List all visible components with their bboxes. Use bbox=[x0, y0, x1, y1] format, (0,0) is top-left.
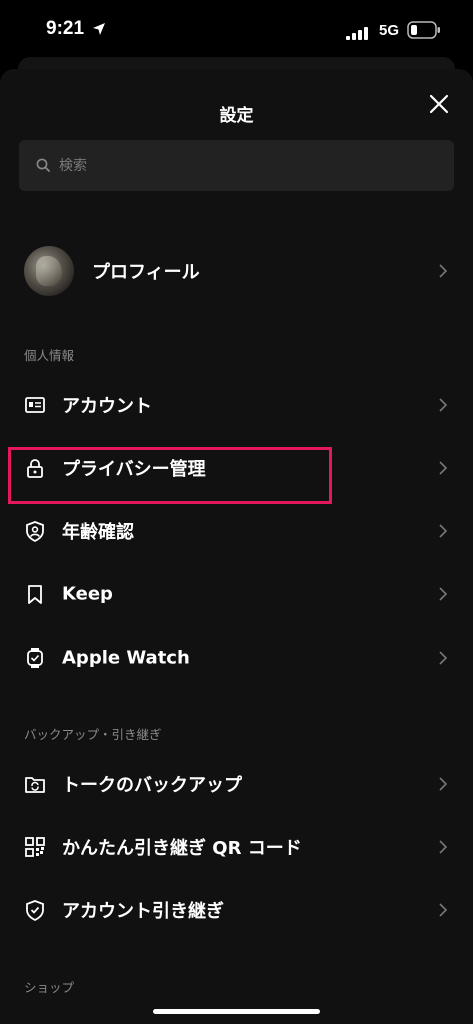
status-bar: 9:21 5G bbox=[0, 0, 473, 62]
avatar bbox=[24, 246, 74, 296]
qr-code-icon bbox=[25, 837, 45, 857]
search-icon bbox=[36, 158, 50, 172]
settings-item-label: Keep bbox=[62, 583, 113, 605]
watch-icon bbox=[27, 648, 43, 668]
settings-item-account-transfer[interactable]: アカウント引き継ぎ bbox=[0, 879, 473, 941]
location-arrow-icon bbox=[93, 23, 105, 35]
bookmark-icon bbox=[28, 585, 42, 604]
settings-item-keep[interactable]: Keep bbox=[0, 563, 473, 625]
settings-item-apple-watch[interactable]: Apple Watch bbox=[0, 627, 473, 689]
signal-bars-icon bbox=[346, 27, 368, 40]
search-input[interactable] bbox=[57, 152, 441, 180]
chevron-right-icon bbox=[439, 524, 448, 538]
chevron-right-icon bbox=[439, 398, 448, 412]
settings-item-label: アカウント引き継ぎ bbox=[62, 901, 224, 922]
chevron-right-icon bbox=[439, 903, 448, 917]
network-type: 5G bbox=[379, 22, 400, 39]
chevron-right-icon bbox=[439, 587, 448, 601]
section-title-backup: バックアップ・引き継ぎ bbox=[24, 727, 162, 742]
profile-label: プロフィール bbox=[92, 262, 200, 283]
shield-check-icon bbox=[26, 900, 44, 921]
settings-item-chat-backup[interactable]: トークのバックアップ bbox=[0, 753, 473, 815]
chevron-right-icon bbox=[439, 840, 448, 854]
highlight-box bbox=[8, 447, 332, 504]
shield-person-icon bbox=[26, 521, 44, 542]
close-icon[interactable] bbox=[426, 91, 452, 117]
section-title-shop: ショップ bbox=[24, 980, 75, 995]
page-title: 設定 bbox=[219, 106, 254, 126]
settings-item-age-verification[interactable]: 年齢確認 bbox=[0, 500, 473, 562]
settings-item-label: Apple Watch bbox=[62, 647, 190, 669]
settings-item-label: かんたん引き継ぎ QR コード bbox=[62, 838, 302, 859]
chevron-right-icon bbox=[439, 461, 448, 475]
home-indicator bbox=[153, 1009, 320, 1014]
settings-item-account[interactable]: アカウント bbox=[0, 374, 473, 436]
chevron-right-icon bbox=[439, 651, 448, 665]
id-card-icon bbox=[25, 397, 45, 413]
chevron-right-icon bbox=[439, 264, 448, 278]
section-title-personal: 個人情報 bbox=[24, 348, 75, 363]
search-bar[interactable] bbox=[19, 140, 454, 191]
chevron-right-icon bbox=[439, 777, 448, 791]
settings-item-qr-transfer[interactable]: かんたん引き継ぎ QR コード bbox=[0, 816, 473, 878]
status-time: 9:21 bbox=[46, 18, 85, 39]
profile-row[interactable]: プロフィール bbox=[0, 240, 473, 302]
settings-item-label: トークのバックアップ bbox=[62, 775, 242, 796]
settings-item-label: 年齢確認 bbox=[62, 522, 134, 543]
battery-icon bbox=[407, 21, 440, 39]
settings-item-label: アカウント bbox=[62, 396, 152, 417]
folder-sync-icon bbox=[25, 777, 45, 793]
